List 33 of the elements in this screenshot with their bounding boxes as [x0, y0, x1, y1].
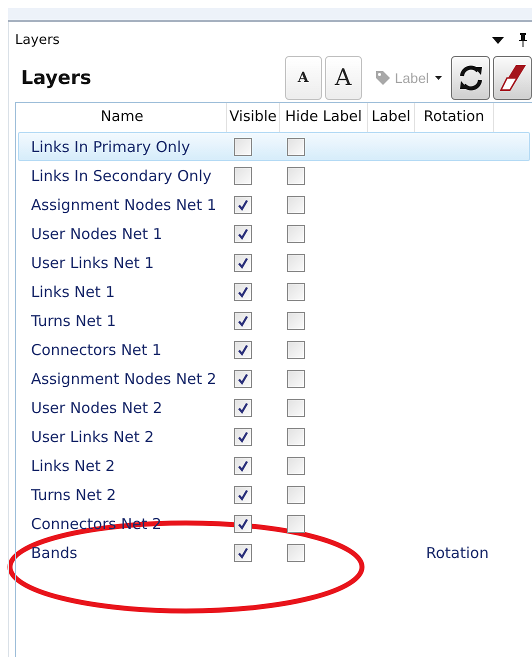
layer-row[interactable]: Connectors Net 1	[18, 335, 530, 364]
layer-row[interactable]: Links In Primary Only	[18, 132, 530, 161]
layer-name: Turns Net 1	[30, 312, 118, 330]
layer-row[interactable]: User Nodes Net 2	[18, 393, 530, 422]
layer-name: User Links Net 1	[30, 254, 155, 272]
layer-row[interactable]: Assignment Nodes Net 2	[18, 364, 530, 393]
layer-row[interactable]: Links In Secondary Only	[18, 161, 530, 190]
layer-name: User Links Net 2	[30, 428, 155, 446]
large-font-button[interactable]: A	[324, 56, 362, 100]
layer-name: User Nodes Net 1	[30, 224, 164, 242]
pane-title: Layers	[15, 32, 61, 48]
rotation-cell-text: Rotation	[425, 544, 489, 562]
layer-row[interactable]: Turns Net 2	[18, 480, 530, 509]
layer-name: Links Net 2	[30, 456, 116, 474]
layer-name: Links In Primary Only	[30, 138, 192, 156]
layer-row[interactable]: Turns Net 1	[18, 306, 530, 335]
layer-name: Links Net 1	[30, 282, 116, 300]
small-font-button[interactable]: A	[284, 56, 322, 100]
layer-row[interactable]: Bands Rotation	[18, 538, 530, 567]
layer-name: Connectors Net 1	[30, 340, 163, 358]
layer-name: Assignment Nodes Net 1	[30, 196, 218, 214]
layer-row[interactable]: Links Net 2	[18, 451, 530, 480]
layer-name: Assignment Nodes Net 2	[30, 370, 218, 388]
layer-name: User Nodes Net 2	[30, 398, 164, 416]
layer-row[interactable]: User Nodes Net 1	[18, 219, 530, 248]
layer-row[interactable]: User Links Net 2	[18, 422, 530, 451]
layer-name: Bands	[30, 544, 78, 562]
layer-name: Turns Net 2	[30, 486, 118, 504]
layer-row[interactable]: User Links Net 1	[18, 248, 530, 277]
layer-name: Links In Secondary Only	[30, 166, 213, 184]
layer-row[interactable]: Links Net 1	[18, 277, 530, 306]
layer-row[interactable]: Assignment Nodes Net 1	[18, 190, 530, 219]
panel-heading: Layers	[21, 67, 92, 89]
